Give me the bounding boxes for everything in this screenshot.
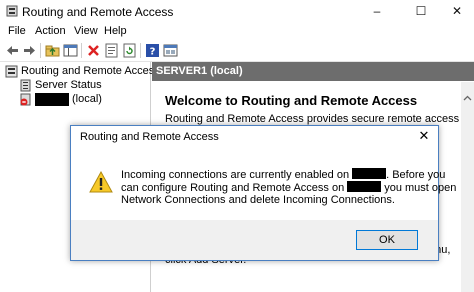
dialog-title: Routing and Remote Access (80, 131, 219, 143)
toolbar-separator (81, 43, 82, 58)
delete-icon[interactable] (86, 43, 101, 58)
server-status-icon (20, 79, 31, 92)
title-bar: Routing and Remote Access – ☐ ✕ (0, 0, 474, 24)
redacted-server-name (352, 168, 387, 179)
dialog-message-text: Incoming connections are currently enabl… (121, 169, 350, 181)
tree-item-label: Routing and Remote Access (21, 65, 160, 77)
welcome-description: Routing and Remote Access provides secur… (165, 113, 472, 125)
tree-item-label: (local) (72, 93, 102, 105)
up-folder-icon[interactable] (45, 43, 60, 58)
dialog-body: Incoming connections are currently enabl… (71, 150, 456, 220)
menu-help[interactable]: Help (104, 25, 127, 37)
dialog-message-text: . Before you (386, 169, 446, 181)
ok-button[interactable]: OK (356, 230, 418, 250)
toolbar-separator (140, 43, 141, 58)
dialog-close-button[interactable]: ✕ (413, 127, 435, 145)
refresh-icon[interactable] (122, 43, 137, 58)
routing-server-icon (5, 65, 18, 78)
scroll-up-icon[interactable] (463, 94, 472, 103)
properties-icon[interactable] (104, 43, 119, 58)
dialog-footer: OK (71, 220, 438, 260)
back-arrow-icon[interactable] (5, 43, 20, 58)
toolbar-separator (40, 43, 41, 58)
svg-text:?: ? (150, 47, 156, 58)
redacted-server-name (35, 93, 69, 106)
dialog-message-line-1: Incoming connections are currently enabl… (121, 168, 445, 181)
dialog-message-text: can configure Routing and Remote Access … (121, 182, 345, 194)
server-disabled-icon (20, 93, 31, 106)
menu-action[interactable]: Action (35, 25, 66, 37)
toolbar: ? (0, 40, 474, 62)
menu-bar: File Action View Help (0, 24, 474, 40)
menu-view[interactable]: View (74, 25, 98, 37)
menu-file[interactable]: File (8, 25, 26, 37)
redacted-server-name (347, 181, 382, 192)
main-window: Routing and Remote Access – ☐ ✕ File Act… (0, 0, 474, 292)
vertical-scrollbar[interactable] (461, 82, 474, 292)
window-title: Routing and Remote Access (22, 5, 174, 19)
routing-app-icon (6, 5, 18, 17)
details-header: SERVER1 (local) (152, 62, 474, 81)
tree-item-label: Server Status (35, 79, 102, 91)
minimize-button[interactable]: – (360, 0, 394, 22)
dialog-message-line-3: Network Connections and delete Incoming … (121, 194, 395, 206)
details-header-title: SERVER1 (local) (156, 65, 243, 77)
show-hide-tree-icon[interactable] (63, 43, 78, 58)
warning-icon (89, 171, 113, 193)
forward-arrow-icon[interactable] (22, 43, 37, 58)
console-icon[interactable] (163, 43, 178, 58)
dialog-message-text: you must open (384, 182, 457, 194)
warning-dialog: Routing and Remote Access ✕ Incoming con… (70, 125, 456, 261)
close-button[interactable]: ✕ (440, 0, 474, 22)
maximize-button[interactable]: ☐ (404, 0, 438, 22)
help-icon[interactable]: ? (145, 43, 160, 58)
welcome-heading: Welcome to Routing and Remote Access (165, 93, 418, 108)
dialog-message-line-2: can configure Routing and Remote Access … (121, 181, 456, 194)
